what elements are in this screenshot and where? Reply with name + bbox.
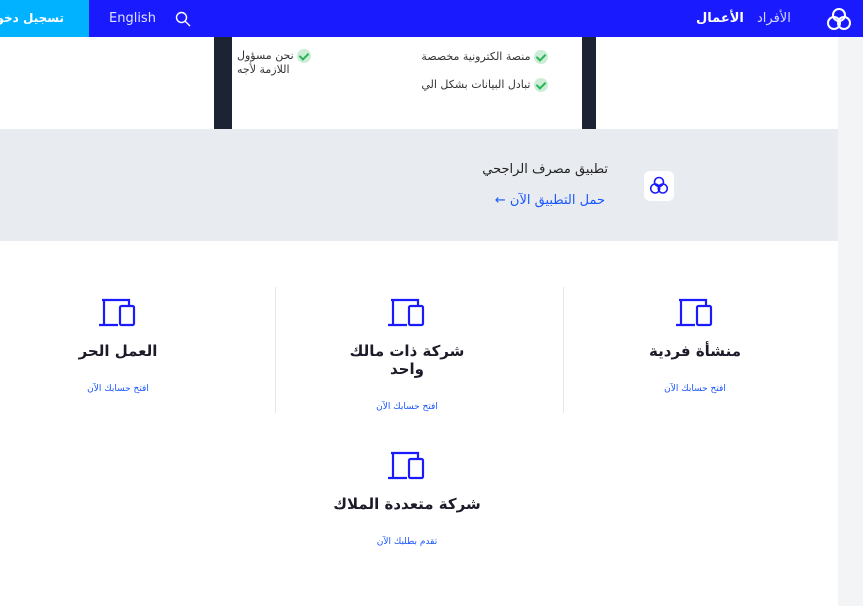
list-item: نحن مسؤول — [237, 49, 312, 63]
account-card-multi-owner-company[interactable]: شركة متعددة الملاك تقدم بطلبك الآن — [317, 449, 497, 547]
tab-individuals[interactable]: الأفراد — [757, 0, 791, 37]
list-item: تبادل البيانات بشكل الي — [421, 78, 548, 92]
app-banner-title: تطبيق مصرف الراجحي — [482, 162, 608, 177]
account-card-title: العمل الحر — [78, 342, 158, 360]
brand-logo-icon[interactable] — [826, 7, 852, 31]
download-app-link[interactable]: حمل التطبيق الآن ← — [495, 193, 605, 208]
column-divider — [563, 287, 564, 413]
phone-mockup-edge — [582, 37, 596, 129]
devices-icon — [388, 298, 425, 327]
app-download-banner: تطبيق مصرف الراجحي حمل التطبيق الآن ← — [0, 129, 838, 241]
account-card-title: شركة ذات مالك واحد — [349, 342, 465, 378]
login-button[interactable]: تسجيل دخول — [0, 0, 89, 37]
app-icon — [644, 171, 674, 201]
list-item-continued: اللازمة لأجه — [237, 63, 290, 76]
phone-mockup-edge — [214, 37, 232, 129]
list-item: منصة الكترونية مخصصة — [421, 50, 548, 64]
check-icon — [534, 50, 548, 64]
login-label: تسجيل دخول — [0, 11, 64, 25]
apply-now-link[interactable]: تقدم بطلبك الآن — [317, 537, 497, 547]
feature-card-middle: منصة الكترونية مخصصة تبادل البيانات بشكل… — [339, 37, 564, 129]
features-section: نحن مسؤول اللازمة لأجه منصة الكترونية مخ… — [0, 37, 838, 129]
column-divider — [275, 287, 276, 413]
account-card-single-owner-company[interactable]: شركة ذات مالك واحد افتح حسابك الآن — [332, 296, 482, 412]
check-icon — [534, 78, 548, 92]
check-icon — [297, 49, 312, 63]
account-card-title: منشأة فردية — [649, 342, 741, 360]
top-nav: تسجيل دخول English الأعمال الأفراد — [0, 0, 863, 37]
account-card-sole-proprietorship[interactable]: منشأة فردية افتح حسابك الآن — [620, 296, 770, 394]
language-switch[interactable]: English — [109, 0, 156, 37]
search-icon[interactable] — [175, 11, 191, 27]
open-account-link[interactable]: افتح حسابك الآن — [620, 384, 770, 394]
devices-icon — [99, 298, 136, 327]
account-card-freelance[interactable]: العمل الحر افتح حسابك الآن — [43, 296, 193, 394]
devices-icon — [676, 298, 713, 327]
open-account-link[interactable]: افتح حسابك الآن — [43, 384, 193, 394]
devices-icon — [388, 451, 425, 480]
account-card-title: شركة متعددة الملاك — [333, 495, 481, 513]
scroll-gutter — [838, 37, 863, 606]
open-account-link[interactable]: افتح حسابك الآن — [332, 402, 482, 412]
brand-logo-icon — [649, 176, 669, 194]
tab-business[interactable]: الأعمال — [696, 0, 744, 37]
feature-card-left: نحن مسؤول اللازمة لأجه — [232, 37, 324, 129]
